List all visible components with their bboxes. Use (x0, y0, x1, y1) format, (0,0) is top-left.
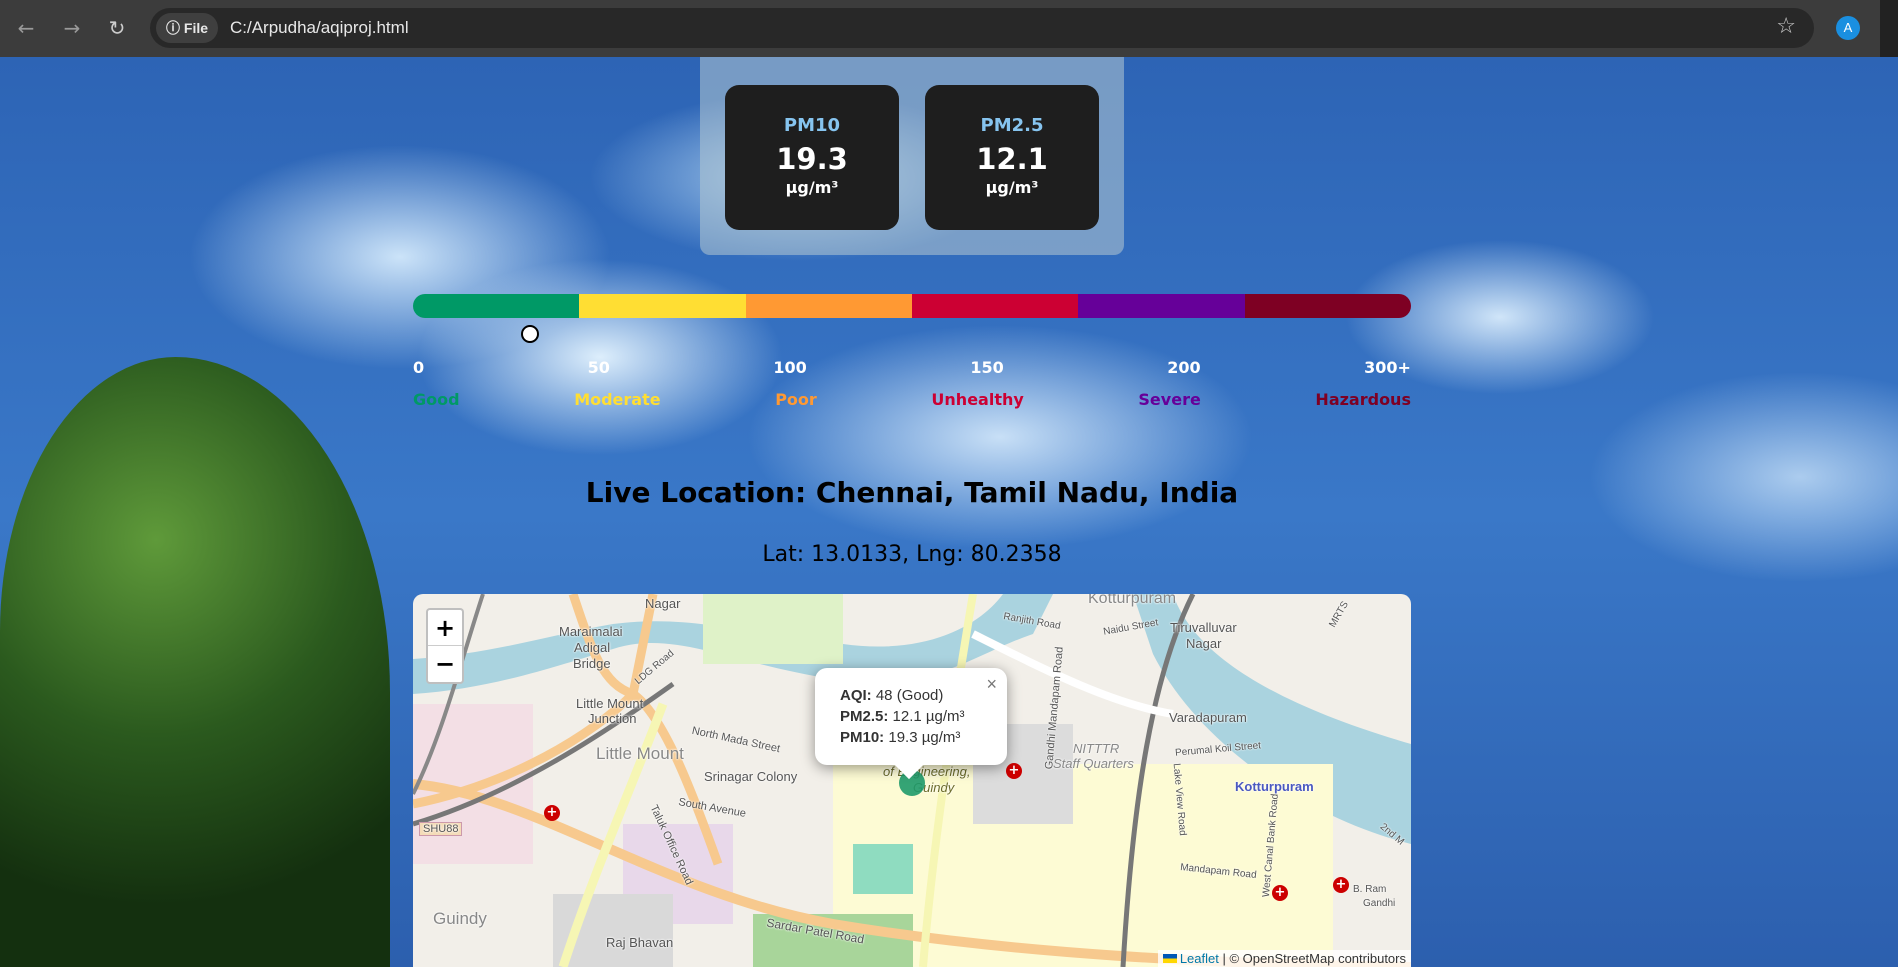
map-label: Little Mount (596, 744, 684, 763)
aqi-marker (520, 325, 539, 343)
map-label: Staff Quarters (1053, 756, 1134, 771)
url-text[interactable]: C:/Arpudha/aqiproj.html (230, 18, 409, 38)
scale-segment-hazardous (1244, 294, 1411, 318)
scale-segment-good (413, 294, 580, 318)
hospital-icon: + (1272, 885, 1288, 901)
map-attribution: Leaflet | © OpenStreetMap contributors (1157, 950, 1411, 967)
scale-segment-unhealthy (911, 294, 1079, 318)
osm-attribution: | © OpenStreetMap contributors (1222, 951, 1407, 966)
forward-icon[interactable]: → (58, 14, 86, 42)
tick-label: 300+ (1364, 358, 1411, 377)
address-bar[interactable]: ⓘ File C:/Arpudha/aqiproj.html ☆ (150, 8, 1814, 48)
aqi-tick-labels: 0 50 100 150 200 300+ (413, 358, 1411, 377)
tick-label: 50 (587, 358, 610, 377)
coordinates: Lat: 13.0133, Lng: 80.2358 (762, 542, 1062, 567)
pm10-value: 19.3 (776, 142, 848, 176)
tick-label: 200 (1167, 358, 1201, 377)
map-label: Little Mount (576, 696, 644, 711)
popup-aqi-label: AQI: (840, 687, 872, 704)
info-icon: ⓘ (166, 20, 184, 36)
zoom-out-button[interactable]: − (428, 646, 462, 682)
map-label: Bridge (573, 656, 611, 671)
scale-segment-moderate (579, 294, 746, 318)
category-label: Hazardous (1315, 390, 1411, 409)
site-info-chip[interactable]: ⓘ File (156, 13, 219, 43)
hospital-icon: + (1333, 877, 1349, 893)
popup-pm25-label: PM2.5: (840, 708, 889, 725)
zoom-control: + − (426, 608, 464, 684)
leaflet-map[interactable]: Nagar Maraimalai Adigal Bridge Little Mo… (413, 594, 1411, 967)
leaflet-link[interactable]: Leaflet (1180, 951, 1219, 966)
popup-aqi-value: 48 (Good) (875, 687, 944, 704)
hospital-icon: + (1006, 763, 1022, 779)
pm10-label: PM10 (783, 115, 841, 136)
category-label: Good (413, 390, 460, 409)
pm25-unit: µg/m³ (985, 178, 1039, 197)
tick-label: 100 (773, 358, 807, 377)
popup-pm10-label: PM10: (840, 729, 885, 746)
map-label: Varadapuram (1169, 710, 1247, 725)
pm10-card: PM10 19.3 µg/m³ (725, 85, 899, 230)
aqi-scale-bar (413, 294, 1411, 318)
popup-pm25-value: 12.1 µg/m³ (892, 708, 965, 725)
map-label: SHU88 (419, 822, 463, 836)
map-label: Guindy (433, 909, 487, 928)
profile-avatar[interactable]: A (1836, 16, 1860, 40)
map-label: Raj Bhavan (606, 935, 674, 950)
reload-icon[interactable]: ↻ (103, 14, 131, 42)
map-label: Srinagar Colony (704, 769, 798, 784)
category-label: Poor (775, 390, 817, 409)
bookmark-star-icon[interactable]: ☆ (1776, 14, 1796, 39)
map-label: NITTTR (1073, 741, 1120, 756)
map-label: Maraimalai (559, 624, 623, 639)
scale-segment-severe (1078, 294, 1245, 318)
map-label: Kotturpuram (1235, 779, 1314, 794)
location-title: Live Location: Chennai, Tamil Nadu, Indi… (585, 476, 1239, 509)
pm10-unit: µg/m³ (785, 178, 839, 197)
aqi-popup: × AQI: 48 (Good) PM2.5: 12.1 µg/m³ PM10:… (815, 668, 1007, 780)
file-chip-label: File (183, 20, 209, 36)
map-label: Adigal (574, 640, 611, 655)
aqi-category-labels: Good Moderate Poor Unhealthy Severe Hazardous (413, 390, 1411, 409)
pm25-value: 12.1 (976, 142, 1048, 176)
map-label: Junction (588, 711, 637, 726)
ukraine-flag-icon (1162, 954, 1177, 963)
map-label: B. Ram (1353, 884, 1387, 895)
category-label: Severe (1138, 390, 1201, 409)
pm25-label: PM2.5 (980, 115, 1044, 136)
map-label: Kotturpuram (1088, 594, 1177, 607)
map-label: Gandhi (1363, 898, 1396, 909)
tree-image (0, 357, 390, 967)
category-label: Moderate (574, 390, 661, 409)
popup-pm10-value: 19.3 µg/m³ (888, 729, 961, 746)
pm25-card: PM2.5 12.1 µg/m³ (925, 85, 1099, 230)
browser-toolbar: ← → ↻ ⓘ File C:/Arpudha/aqiproj.html ☆ A (0, 0, 1898, 57)
zoom-in-button[interactable]: + (428, 610, 462, 646)
scale-segment-poor (745, 294, 912, 318)
back-icon[interactable]: ← (12, 14, 40, 42)
map-label: Nagar (645, 596, 681, 611)
tick-label: 150 (970, 358, 1004, 377)
tick-label: 0 (413, 358, 425, 377)
map-label: Nagar (1186, 636, 1222, 651)
hospital-icon: + (544, 805, 560, 821)
category-label: Unhealthy (931, 390, 1024, 409)
map-label: Tiruvalluvar (1170, 620, 1237, 635)
